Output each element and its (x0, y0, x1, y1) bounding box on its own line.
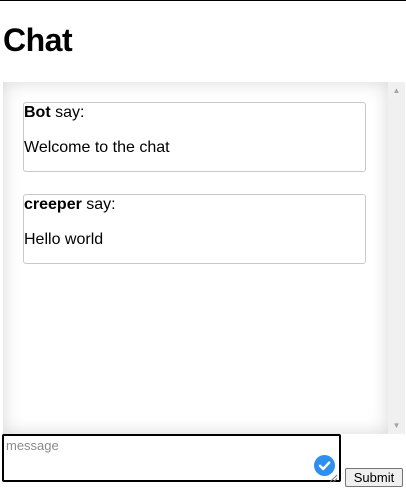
message-header: Bot say: (24, 103, 84, 123)
message-composer (2, 434, 341, 483)
scroll-up-arrow-icon[interactable]: ▲ (388, 82, 405, 99)
message-text: Hello world (24, 231, 104, 248)
message-input[interactable] (4, 436, 339, 480)
sender-name: creeper (24, 196, 82, 213)
page-title: Chat (3, 22, 73, 58)
chat-message: Bot say: Welcome to the chat (23, 102, 366, 172)
sender-verb: say: (81, 196, 116, 213)
message-header: creeper say: (24, 195, 116, 215)
top-divider (0, 0, 406, 1)
message-text: Welcome to the chat (24, 139, 170, 156)
chat-message: creeper say: Hello world (23, 194, 366, 264)
chat-log[interactable]: Bot say: Welcome to the chat creeper say… (3, 82, 388, 434)
sender-verb: say: (50, 104, 85, 121)
chat-scrollbar[interactable]: ▲ ▼ (388, 82, 405, 434)
scroll-down-arrow-icon[interactable]: ▼ (388, 417, 405, 434)
submit-button[interactable]: Submit (345, 468, 403, 487)
sender-name: Bot (24, 104, 51, 121)
resize-grip-icon[interactable] (329, 470, 338, 483)
